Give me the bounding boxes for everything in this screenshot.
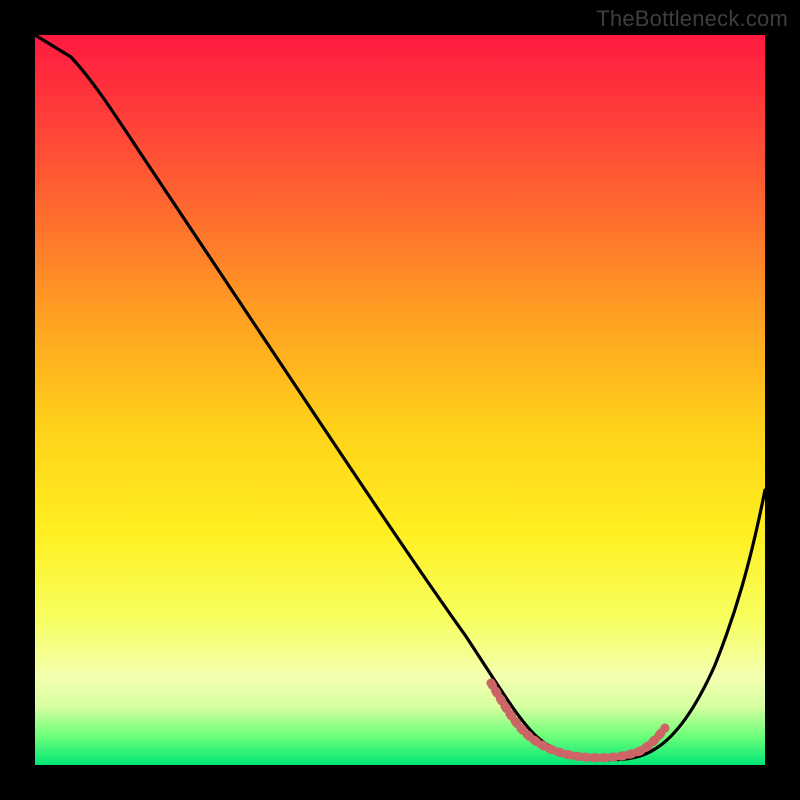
plot-area bbox=[35, 35, 765, 765]
watermark-text: TheBottleneck.com bbox=[596, 6, 788, 32]
curve-path bbox=[35, 35, 765, 760]
chart-frame: TheBottleneck.com bbox=[0, 0, 800, 800]
trough-marker bbox=[491, 683, 665, 758]
bottleneck-curve bbox=[35, 35, 765, 765]
